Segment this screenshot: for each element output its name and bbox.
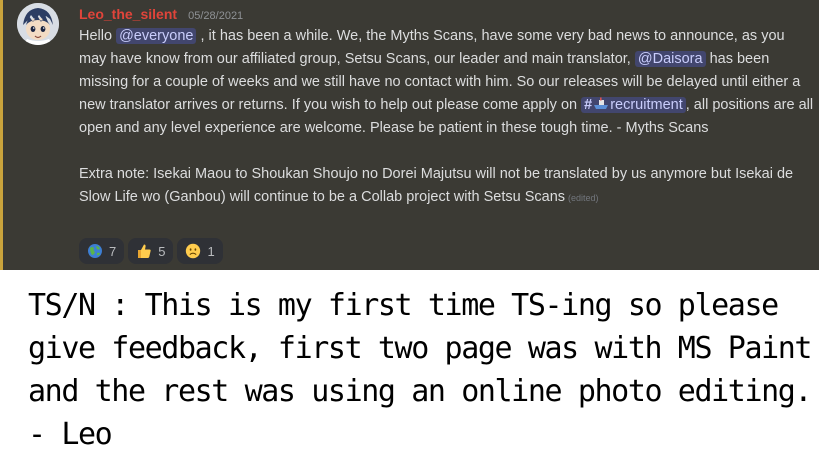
channel-hash: # bbox=[584, 97, 593, 113]
greeting-text: Hello bbox=[79, 28, 117, 44]
username[interactable]: Leo_the_silent bbox=[79, 6, 177, 22]
message-body: Hello @everyone , it has been a while. W… bbox=[79, 25, 814, 210]
extra-note-text: Extra note: Isekai Maou to Shoukan Shouj… bbox=[79, 166, 794, 205]
reaction-count: 7 bbox=[109, 243, 117, 259]
edited-label: (edited) bbox=[568, 193, 599, 203]
frowning-face-emoji-icon bbox=[185, 243, 201, 259]
ship-icon bbox=[592, 97, 610, 113]
reaction-count: 1 bbox=[207, 243, 215, 259]
reaction-earth[interactable]: 7 bbox=[79, 238, 125, 264]
message-header: Leo_the_silent 05/28/2021 bbox=[79, 4, 243, 23]
reaction-frowning-face[interactable]: 1 bbox=[177, 238, 223, 264]
message-text: Hello @everyone , it has been a while. W… bbox=[79, 25, 814, 140]
earth-emoji-icon bbox=[87, 243, 103, 259]
extra-note: Extra note: Isekai Maou to Shoukan Shouj… bbox=[79, 163, 814, 210]
mention-everyone[interactable]: @everyone bbox=[116, 28, 197, 44]
avatar[interactable] bbox=[17, 3, 59, 45]
channel-name: recruitment bbox=[610, 97, 683, 113]
reaction-count: 5 bbox=[158, 243, 166, 259]
mention-daisora[interactable]: @Daisora bbox=[634, 51, 706, 67]
reaction-thumbs-up[interactable]: 5 bbox=[128, 238, 174, 264]
thumbs-up-emoji-icon bbox=[136, 243, 152, 259]
translator-note: TS/N : This is my first time TS-ing so p… bbox=[28, 288, 812, 452]
reactions-bar: 7 5 1 bbox=[79, 238, 223, 264]
discord-message: Leo_the_silent 05/28/2021 Hello @everyon… bbox=[0, 0, 819, 270]
channel-mention-recruitment[interactable]: # recruitment bbox=[581, 97, 686, 113]
timestamp: 05/28/2021 bbox=[188, 10, 244, 22]
